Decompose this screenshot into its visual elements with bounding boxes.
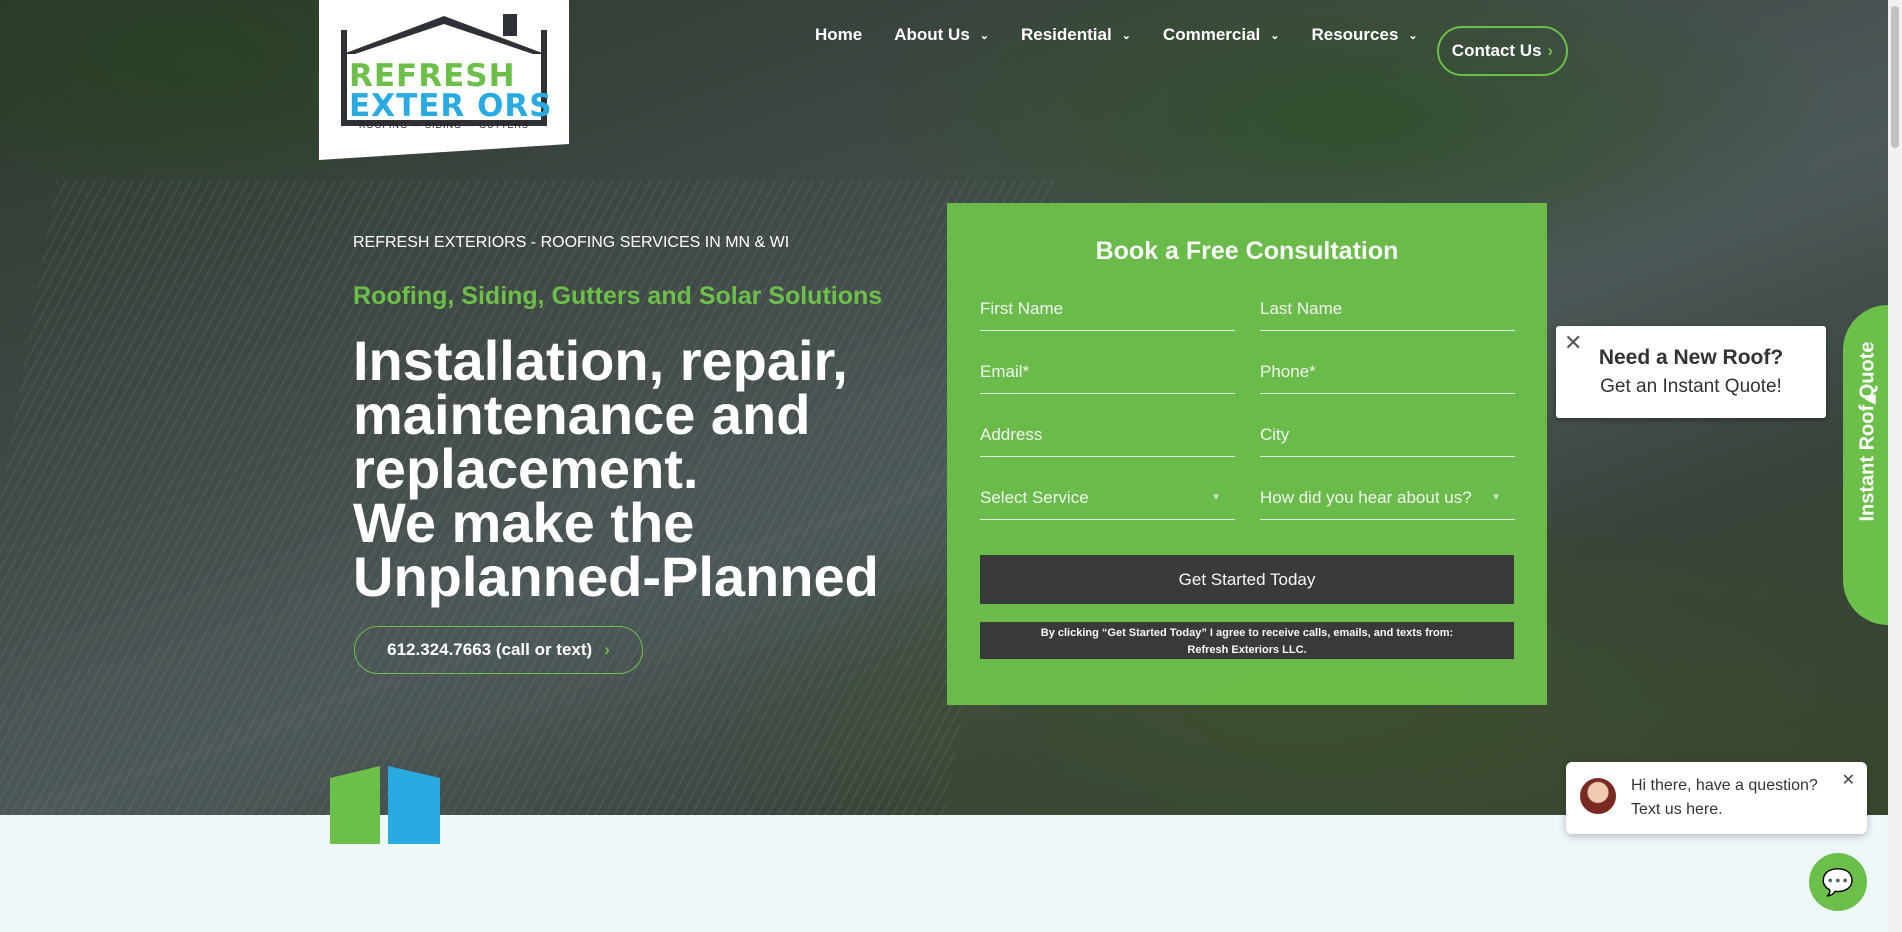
site-logo[interactable]: REFRESH EXTER ORS ROOFING — SIDING — GUT…	[319, 0, 569, 160]
headline-line: We make the	[353, 491, 695, 554]
address-field[interactable]: Address	[980, 415, 1235, 457]
avatar	[1578, 776, 1618, 816]
logo-brand-line2: EXTER ORS	[349, 88, 553, 124]
hero-subhead: Roofing, Siding, Gutters and Solar Solut…	[353, 282, 883, 310]
nav-commercial[interactable]: Commercial ⌄	[1163, 25, 1280, 45]
phone-label: 612.324.7663 (call or text)	[387, 640, 593, 659]
chat-message-line: Hi there, have a question?	[1631, 777, 1818, 794]
hero-eyebrow: REFRESH EXTERIORS - ROOFING SERVICES IN …	[353, 234, 790, 251]
popup-title: Need a New Roof?	[1598, 346, 1784, 369]
referral-select[interactable]: How did you hear about us? ▼	[1260, 478, 1515, 520]
chevron-down-icon: ⌄	[1270, 29, 1280, 42]
service-select[interactable]: Select Service ▼	[980, 478, 1235, 520]
chevron-right-icon: ›	[1547, 41, 1554, 60]
disclaimer-line: By clicking “Get Started Today” I agree …	[1040, 627, 1454, 639]
disclaimer-line: Refresh Exteriors LLC.	[1187, 644, 1307, 656]
phone-field[interactable]: Phone*	[1260, 352, 1515, 394]
service-select-value: Select Service	[980, 488, 1089, 507]
phone-call-button[interactable]: 612.324.7663 (call or text) ›	[354, 626, 643, 674]
nav-residential-label: Residential	[1021, 25, 1112, 44]
chat-launcher-button[interactable]: 💬	[1809, 853, 1867, 911]
instant-quote-popup[interactable]: ✕ Need a New Roof? Get an Instant Quote!	[1556, 326, 1826, 418]
chat-message: Hi there, have a question? Text us here.	[1631, 774, 1831, 822]
nav-commercial-label: Commercial	[1162, 25, 1261, 44]
instant-roof-quote-tab[interactable]: ◀ Instant Roof Quote	[1843, 305, 1888, 625]
close-icon[interactable]: ✕	[1842, 770, 1855, 790]
chevron-down-icon: ⌄	[1121, 29, 1131, 42]
contact-us-button[interactable]: Contact Us ›	[1437, 26, 1568, 76]
get-started-button[interactable]: Get Started Today	[980, 555, 1514, 604]
logo-tagline: ROOFING — SIDING — GUTTERS	[358, 120, 529, 130]
headline-line: Unplanned-Planned	[353, 545, 879, 608]
scrollbar-thumb[interactable]	[1891, 6, 1899, 148]
nav-resources-label: Resources	[1311, 25, 1399, 44]
headline-line: replacement.	[353, 437, 699, 500]
hero-headline: Installation, repair, maintenance and re…	[353, 329, 913, 608]
form-disclaimer: By clicking “Get Started Today” I agree …	[980, 622, 1514, 659]
last-name-field[interactable]: Last Name	[1260, 289, 1515, 331]
city-field[interactable]: City	[1260, 415, 1515, 457]
nav-home-label: Home	[815, 25, 863, 44]
headline-line: Installation, repair,	[353, 329, 848, 392]
chevron-down-icon: ⌄	[979, 29, 989, 42]
chevron-down-icon: ⌄	[1408, 29, 1418, 42]
headline-line: maintenance and	[353, 383, 811, 446]
chevron-right-icon: ›	[604, 640, 610, 659]
nav-resources[interactable]: Resources ⌄	[1311, 25, 1417, 45]
chat-bubble[interactable]: Hi there, have a question? Text us here.…	[1566, 762, 1867, 834]
form-title: Book a Free Consultation	[1095, 237, 1399, 265]
main-nav: Home About Us ⌄ Residential ⌄ Commercial ⌄ …	[815, 25, 1450, 45]
nav-home[interactable]: Home	[815, 25, 862, 45]
nav-about-us[interactable]: About Us ⌄	[894, 25, 989, 45]
consultation-form: Book a Free Consultation First Name Last…	[947, 203, 1547, 705]
contact-us-label: Contact Us	[1451, 41, 1542, 60]
page-scrollbar[interactable]	[1888, 0, 1902, 932]
email-field[interactable]: Email*	[980, 352, 1235, 394]
referral-select-value: How did you hear about us?	[1260, 488, 1472, 507]
side-tab-label: Instant Roof Quote	[1856, 341, 1879, 522]
first-name-field[interactable]: First Name	[980, 289, 1235, 331]
chat-message-line: Text us here.	[1631, 801, 1723, 818]
nav-about-label: About Us	[894, 25, 970, 44]
caret-down-icon: ▼	[1211, 492, 1221, 503]
popup-subtitle: Get an Instant Quote!	[1600, 376, 1782, 397]
chat-icon: 💬	[1821, 866, 1855, 897]
caret-down-icon: ▼	[1491, 492, 1501, 503]
nav-residential[interactable]: Residential ⌄	[1021, 25, 1131, 45]
decorative-house-shapes	[330, 766, 440, 844]
